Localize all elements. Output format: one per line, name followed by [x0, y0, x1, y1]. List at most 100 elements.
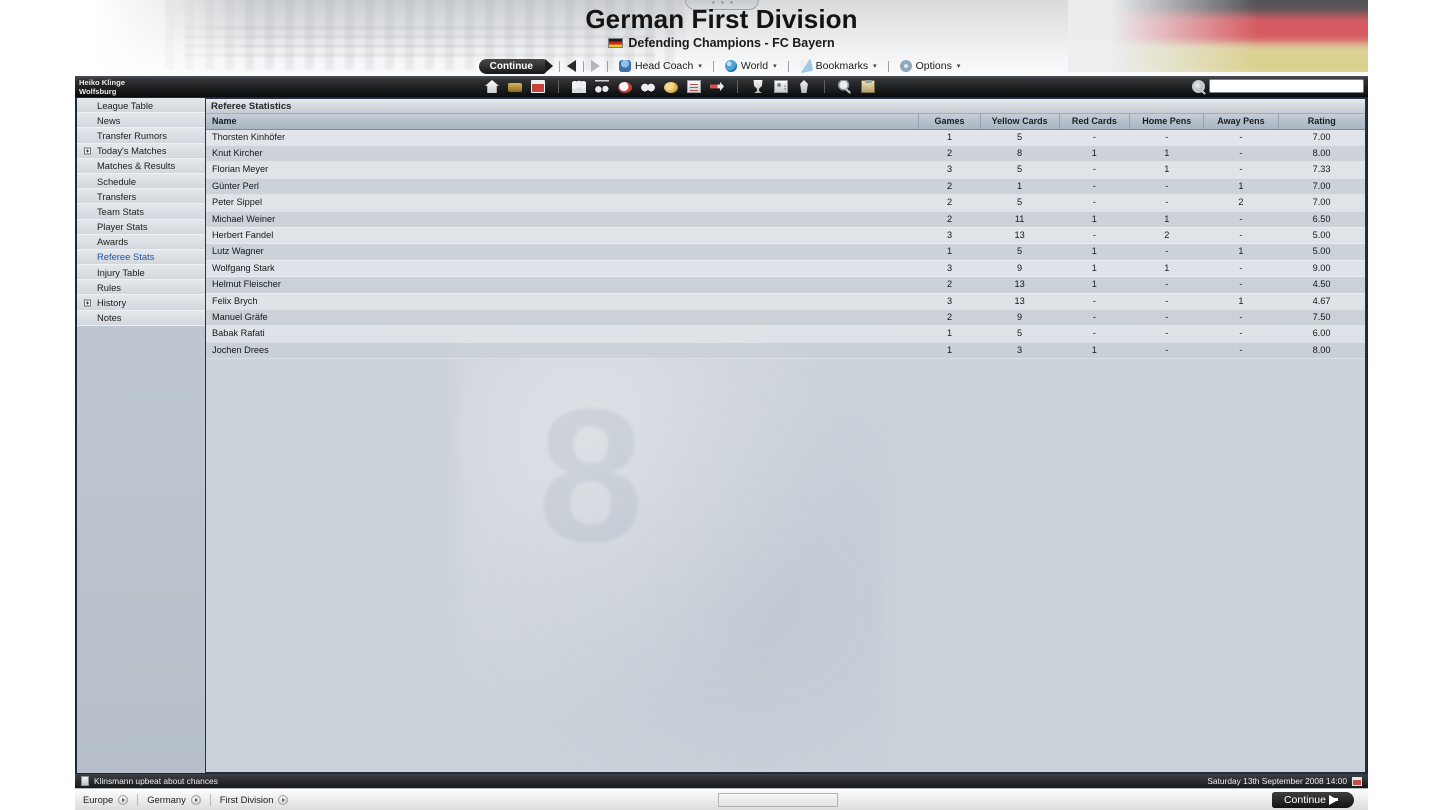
games-value: 2 [918, 178, 981, 196]
table-row[interactable]: Herbert Fandel 3 13-2-5.00 [206, 227, 1365, 245]
sidebar-item-label: Referee Stats [97, 251, 155, 263]
sidebar-item-referee-stats[interactable]: Referee Stats [77, 249, 207, 266]
inbox-icon[interactable] [508, 83, 522, 92]
squad-icon[interactable] [572, 80, 586, 93]
news-icon[interactable] [687, 80, 701, 93]
player-profile-icon[interactable] [774, 80, 788, 93]
news-headline[interactable]: Klinsmann upbeat about chances [94, 776, 218, 786]
home-icon[interactable] [485, 80, 499, 93]
column-header-name[interactable]: Name [206, 114, 920, 130]
red-cards-value: - [1059, 161, 1130, 179]
column-header-red-cards[interactable]: Red Cards [1059, 114, 1131, 130]
column-header-yellow-cards[interactable]: Yellow Cards [980, 114, 1060, 130]
sidebar-item-transfers[interactable]: Transfers [77, 189, 207, 205]
chevron-right-icon[interactable] [118, 794, 129, 805]
breadcrumb-item-germany[interactable]: Germany [147, 794, 201, 805]
menu-item-head-coach[interactable]: Head Coach ▾ [615, 60, 706, 72]
command-input[interactable] [718, 792, 839, 807]
table-row[interactable]: Felix Brych 3 13- -1 4.67 [206, 293, 1365, 310]
home-pens-value: - [1129, 276, 1204, 294]
ball-icon[interactable] [618, 81, 632, 93]
rating-value: 6.50 [1278, 211, 1365, 228]
sidebar-item-schedule[interactable]: Schedule [77, 173, 207, 190]
breadcrumb-item-first-division[interactable]: First Division [220, 794, 289, 805]
table-row[interactable]: Babak Rafati 1 5- - -6.00 [206, 325, 1365, 343]
referee-name: Lutz Wagner [206, 243, 919, 261]
continue-button[interactable]: Continue [478, 58, 554, 74]
sidebar-item-rules[interactable]: Rules [77, 280, 207, 296]
breadcrumb-item-europe[interactable]: Europe [83, 794, 129, 805]
subtitle-text: Defending Champions - FC Bayern [628, 36, 835, 50]
table-row[interactable]: Thorsten Kinhöfer 1 5- - -7.00 [206, 129, 1365, 146]
sidebar-item-notes[interactable]: Notes [77, 310, 207, 326]
red-cards-value: - [1059, 309, 1130, 327]
calendar-icon[interactable] [1352, 776, 1362, 786]
red-cards-value: 1 [1059, 243, 1130, 261]
menu-item-options[interactable]: Options ▾ [896, 60, 965, 72]
table-row[interactable]: Florian Meyer 3 5-1-7.33 [206, 161, 1365, 179]
continue-button-footer[interactable]: Continue [1271, 791, 1354, 808]
expand-plus-icon[interactable] [84, 147, 91, 155]
home-pens-value: - [1129, 129, 1204, 146]
calendar-icon[interactable] [531, 80, 545, 93]
main-body: League Table News Transfer Rumors Today's M… [75, 97, 1368, 774]
column-header-games[interactable]: Games [918, 114, 981, 130]
column-header-rating[interactable]: Rating [1278, 114, 1365, 130]
sidebar-item-transfer-rumors[interactable]: Transfer Rumors [77, 128, 207, 144]
table-row[interactable]: Peter Sippel 2 5- -2 7.00 [206, 194, 1365, 212]
tactics-icon[interactable] [595, 80, 609, 93]
yellow-cards-value: 13 [980, 293, 1060, 310]
finances-icon[interactable] [664, 81, 678, 93]
sidebar-item-history[interactable]: History [77, 295, 207, 311]
table-row[interactable]: Jochen Drees 1 3 1- -8.00 [206, 342, 1365, 360]
games-value: 2 [918, 276, 981, 294]
table-row[interactable]: Günter Perl 2 1- -1 7.00 [206, 178, 1365, 196]
table-row[interactable]: Wolfgang Stark 3 9 1 1-9.00 [206, 260, 1365, 278]
training-icon[interactable] [800, 80, 808, 93]
chevron-right-icon[interactable] [190, 794, 201, 805]
menu-item-bookmarks[interactable]: Bookmarks ▾ [796, 58, 881, 74]
away-pens-value: - [1203, 161, 1279, 179]
rating-value: 7.50 [1278, 309, 1365, 327]
menu-item-world[interactable]: World ▾ [721, 60, 781, 72]
sidebar-item-label: League Table [97, 99, 154, 111]
continue-label: Continue [1283, 793, 1326, 806]
sidebar-item-awards[interactable]: Awards [77, 234, 207, 250]
table-row[interactable]: Lutz Wagner 1 5 1-1 5.00 [206, 243, 1365, 261]
home-pens-value: - [1129, 243, 1204, 261]
scouting-icon[interactable] [641, 80, 655, 93]
expand-plus-icon[interactable] [84, 299, 91, 307]
referee-name: Babak Rafati [206, 325, 919, 343]
competitions-trophy-icon[interactable] [753, 80, 763, 93]
column-header-home-pens[interactable]: Home Pens [1129, 114, 1205, 130]
table-row[interactable]: Knut Kircher 2 8 1 1-8.00 [206, 145, 1365, 163]
referee-name: Wolfgang Stark [206, 260, 919, 278]
manager-club: Wolfsburg [79, 87, 117, 97]
sidebar-item-today-s-matches[interactable]: Today's Matches [77, 143, 207, 159]
sidebar-item-league-table[interactable]: League Table [77, 98, 207, 114]
table-row[interactable]: Michael Weiner 2 11 1 1-6.50 [206, 211, 1365, 228]
sidebar-item-injury-table[interactable]: Injury Table [77, 265, 207, 281]
chevron-right-icon[interactable] [278, 794, 289, 805]
sidebar-item-matches-results[interactable]: Matches & Results [77, 158, 207, 174]
sidebar-item-team-stats[interactable]: Team Stats [77, 204, 207, 220]
search-input[interactable] [1209, 79, 1364, 93]
options-gear-icon [899, 60, 912, 72]
sidebar-item-news[interactable]: News [77, 113, 207, 129]
sidebar-item-player-stats[interactable]: Player Stats [77, 219, 207, 235]
home-pens-value: - [1129, 178, 1204, 196]
breadcrumb-bar: Europe Germany First Division Continue [75, 788, 1368, 810]
rating-value: 8.00 [1278, 145, 1365, 163]
games-value: 3 [918, 161, 981, 179]
away-pens-value: 1 [1203, 293, 1279, 310]
clipboard-icon[interactable] [861, 80, 875, 93]
table-row[interactable]: Helmut Fleischer 2 13 1- -4.50 [206, 276, 1365, 294]
back-arrow-icon[interactable] [566, 60, 576, 72]
transfers-icon[interactable] [710, 81, 724, 92]
table-row[interactable]: Manuel Gräfe 2 9- - -7.50 [206, 309, 1365, 327]
user-info-block[interactable]: Heiko Klinge Wolfsburg [79, 77, 264, 96]
search-player-icon[interactable] [838, 80, 852, 93]
search-icon[interactable] [1192, 79, 1205, 93]
column-header-away-pens[interactable]: Away Pens [1203, 114, 1279, 130]
yellow-cards-value: 9 [980, 260, 1060, 278]
